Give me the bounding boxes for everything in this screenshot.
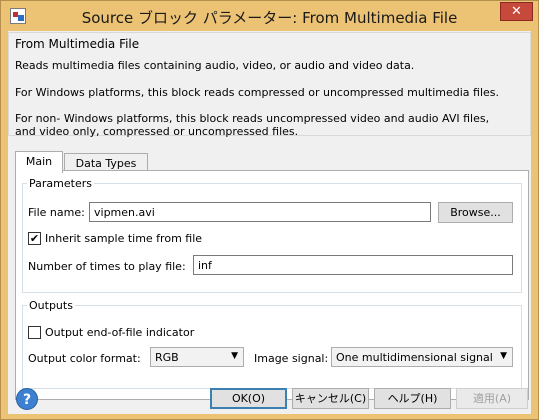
description-line: Reads multimedia files containing audio,…	[15, 59, 415, 72]
outputs-legend: Outputs	[27, 299, 75, 312]
color-format-select[interactable]: RGB ▼	[150, 347, 244, 367]
description-group: From Multimedia File Reads multimedia fi…	[8, 32, 531, 138]
times-to-play-input[interactable]: inf	[193, 255, 513, 275]
file-name-input[interactable]: vipmen.avi	[89, 202, 431, 222]
color-format-label: Output color format:	[28, 352, 141, 365]
ok-button[interactable]: OK(O)	[210, 388, 287, 409]
description-line: For non- Windows platforms, this block r…	[15, 112, 490, 125]
browse-button[interactable]: Browse...	[438, 202, 513, 223]
close-button[interactable]: ✕	[500, 2, 533, 21]
parameters-group: Parameters File name: vipmen.avi Browse.…	[22, 177, 522, 293]
outputs-group: Outputs Output end-of-file indicator Out…	[22, 299, 522, 389]
description-line: and video only, compressed or uncompress…	[15, 125, 299, 138]
window-title: Source ブロック パラメーター: From Multimedia File	[81, 9, 458, 27]
dialog-window: Source ブロック パラメーター: From Multimedia File…	[0, 0, 539, 420]
times-to-play-label: Number of times to play file:	[28, 260, 186, 273]
image-signal-label: Image signal:	[254, 352, 329, 365]
image-signal-select[interactable]: One multidimensional signal ▼	[331, 347, 513, 367]
inherit-sample-time-label: Inherit sample time from file	[45, 232, 203, 245]
cancel-button[interactable]: キャンセル(C)	[292, 388, 369, 409]
dialog-client-area: From Multimedia File Reads multimedia fi…	[8, 31, 531, 414]
close-icon: ✕	[511, 4, 522, 19]
tab-main[interactable]: Main	[15, 151, 63, 173]
end-of-file-checkbox[interactable]	[28, 326, 41, 339]
title-bar[interactable]: Source ブロック パラメーター: From Multimedia File…	[1, 1, 538, 31]
image-signal-value: One multidimensional signal	[336, 351, 493, 364]
help-button[interactable]: ヘルプ(H)	[374, 388, 451, 409]
description-line: For Windows platforms, this block reads …	[15, 86, 500, 99]
inherit-sample-time-checkbox[interactable]: ✔	[28, 232, 41, 245]
chevron-down-icon: ▼	[500, 351, 507, 361]
main-tab-panel: Parameters File name: vipmen.avi Browse.…	[15, 170, 529, 400]
color-format-value: RGB	[155, 351, 179, 364]
chevron-down-icon: ▼	[231, 351, 238, 361]
apply-button[interactable]: 適用(A)	[456, 388, 528, 409]
file-name-label: File name:	[28, 206, 85, 219]
help-icon[interactable]: ?	[16, 388, 38, 410]
description-title: From Multimedia File	[15, 37, 140, 51]
end-of-file-label: Output end-of-file indicator	[45, 326, 195, 339]
parameters-legend: Parameters	[27, 177, 94, 190]
